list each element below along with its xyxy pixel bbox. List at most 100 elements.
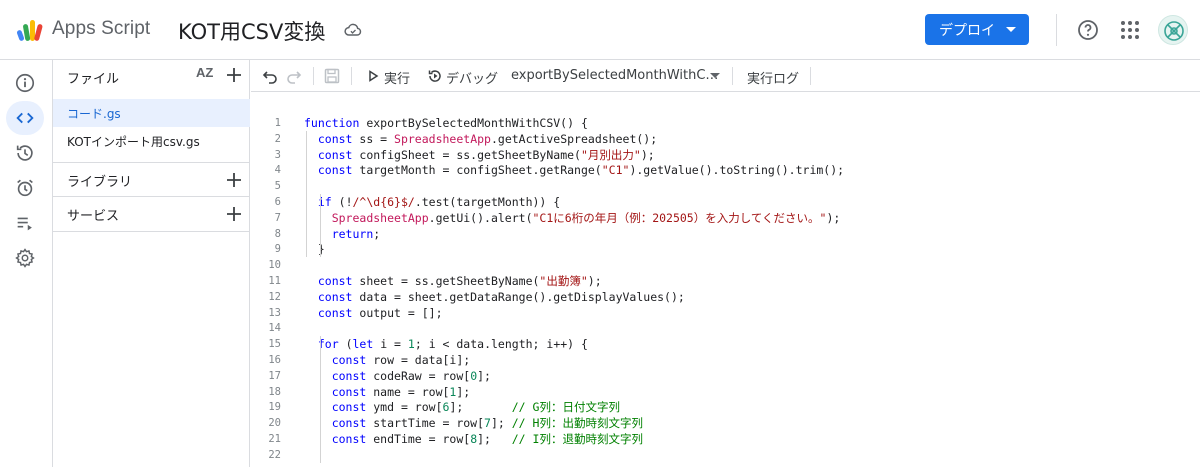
add-file-icon[interactable] [224,65,244,85]
code-line[interactable]: 9 } [251,241,1200,257]
line-number: 21 [268,433,281,445]
code-line[interactable]: 16 const row = data[i]; [251,352,1200,368]
file-item-kot-import[interactable]: KOTインポート用csv.gs [53,127,250,155]
code-line[interactable]: 8 return; [251,226,1200,242]
line-number: 16 [268,354,281,366]
info-icon [15,73,35,93]
code-line[interactable]: 12 const data = sheet.getDataRange().get… [251,289,1200,305]
code-line[interactable]: 14 [251,320,1200,336]
cloud-saved-icon [344,23,362,36]
code-editor[interactable]: 1 function exportBySelectedMonthWithCSV()… [251,93,1200,467]
code-text: } [304,242,325,257]
undo-icon[interactable] [261,67,279,85]
save-icon[interactable] [323,67,341,85]
code-line[interactable]: 17 const codeRaw = row[0]; [251,368,1200,384]
line-number: 15 [268,338,281,351]
code-line[interactable]: 10 [251,257,1200,273]
rail-editor[interactable] [6,101,44,135]
code-line[interactable]: 19 const ymd = row[6]; // G列：日付文字列 [251,399,1200,415]
run-button[interactable]: 実行 [384,68,410,87]
debug-icon [428,70,441,82]
add-library-icon[interactable] [224,170,244,190]
redo-icon[interactable] [285,67,303,85]
top-bar: Apps Script KOT用CSV変換 デプロイ [0,0,1200,60]
files-header: ファイル [67,72,120,87]
apps-script-logo[interactable] [16,16,44,44]
line-number: 11 [268,275,281,287]
code-text: const startTime = row[7]; // H列：出勤時刻文字列 [331,416,643,431]
code-line[interactable]: 4 const targetMonth = configSheet.getRan… [251,162,1200,178]
code-line[interactable]: 11 const sheet = ss.getSheetByName("出勤簿"… [251,273,1200,289]
code-line[interactable]: 21 const endTime = row[8]; // I列：退勤時刻文字列 [251,431,1200,447]
code-line[interactable]: 2 const ss = SpreadsheetApp.getActiveSpr… [251,131,1200,147]
sort-az-icon[interactable]: AZ [196,65,213,80]
line-number: 2 [274,132,281,145]
line-number: 9 [274,243,281,256]
left-rail [0,60,52,467]
indent-guide [319,194,321,258]
divider [53,231,250,232]
line-number: 10 [268,259,281,272]
divider [53,162,250,163]
code-text: if (!/^\d{6}$/.test(targetMonth)) { [317,195,561,209]
line-number: 13 [268,306,281,319]
rail-overview[interactable] [6,66,44,100]
rail-triggers[interactable] [6,171,44,205]
code-line[interactable]: 3 const configSheet = ss.getSheetByName(… [251,147,1200,163]
code-line[interactable]: 7 SpreadsheetApp.getUi().alert("C1に6桁の年月… [251,210,1200,226]
toolbar-separator [810,67,811,85]
services-label[interactable]: サービス [67,205,119,224]
line-number: 17 [268,369,281,382]
line-number: 19 [268,401,281,414]
file-item-code-gs[interactable]: コード.gs [53,99,250,127]
avatar-pattern-icon [1164,21,1184,41]
code-line[interactable]: 15 for (let i = 1; i < data.length; i++)… [251,336,1200,352]
toolbar-separator [351,67,352,85]
divider [53,196,250,197]
debug-button[interactable]: デバッグ [446,68,498,87]
play-icon [369,70,379,82]
code-line[interactable]: 6 if (!/^\d{6}$/.test(targetMonth)) { [251,194,1200,210]
code-line[interactable]: 5 [251,178,1200,194]
project-title[interactable]: KOT用CSV変換 [178,16,325,46]
code-text: for (let i = 1; i < data.length; i++) { [317,337,588,352]
chevron-down-icon [1006,27,1016,32]
google-apps-icon[interactable] [1120,20,1140,40]
execution-log-button[interactable]: 実行ログ [747,68,799,87]
function-select[interactable]: exportBySelectedMonthWithC… [511,68,718,83]
code-line[interactable]: 13 const output = []; [251,305,1200,321]
rail-executions[interactable] [6,206,44,240]
code-text: const ymd = row[6]; // G列：日付文字列 [331,400,620,415]
add-service-icon[interactable] [224,204,244,224]
line-number: 14 [268,322,281,335]
code-line[interactable]: 20 const startTime = row[7]; // H列：出勤時刻文… [251,415,1200,431]
avatar[interactable] [1158,15,1188,45]
indent-guide [306,130,307,258]
files-panel: ファイル AZ コード.gs KOTインポート用csv.gs ライブラリ サービ… [52,60,250,467]
deploy-button[interactable]: デプロイ [925,14,1029,45]
code-line[interactable]: 18 const name = row[1]; [251,384,1200,400]
code-text: const sheet = ss.getSheetByName("出勤簿"); [317,274,602,288]
code-text: const ss = SpreadsheetApp.getActiveSprea… [317,131,658,146]
line-number: 12 [268,290,281,303]
line-number: 6 [274,196,281,208]
chevron-down-icon[interactable] [710,73,720,78]
toolbar-separator [313,67,314,85]
rail-settings[interactable] [6,241,44,275]
code-line[interactable]: 22 [251,447,1200,463]
code-text: const codeRaw = row[0]; [331,368,491,383]
rail-history[interactable] [6,136,44,170]
help-icon[interactable] [1076,18,1100,42]
code-text: const targetMonth = configSheet.getRange… [317,163,845,178]
line-number: 5 [274,180,281,193]
libraries-label[interactable]: ライブラリ [67,171,132,190]
code-text: SpreadsheetApp.getUi().alert("C1に6桁の年月（例… [331,210,841,225]
header-divider [1056,14,1057,46]
line-number: 22 [268,448,281,461]
line-number: 8 [274,227,281,240]
line-number: 7 [274,211,281,224]
alarm-icon [17,179,33,197]
line-number: 4 [274,164,281,177]
code-line[interactable]: 1 function exportBySelectedMonthWithCSV()… [251,115,1200,131]
code-text: return; [331,226,381,241]
